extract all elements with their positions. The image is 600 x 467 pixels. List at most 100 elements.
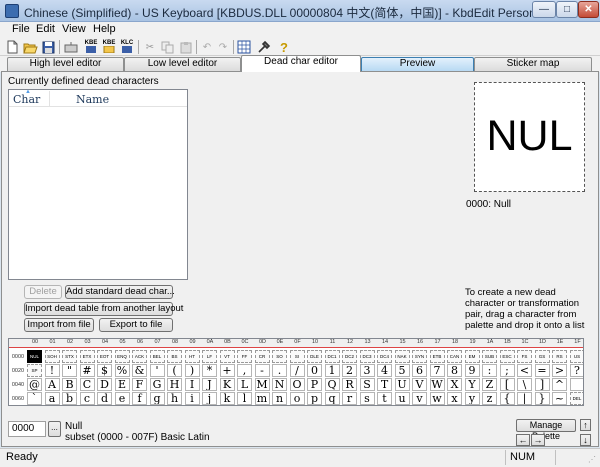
palette-cell[interactable]: GS — [534, 350, 550, 363]
palette-cell[interactable]: : — [482, 364, 497, 377]
palette-down-button[interactable]: ↓ — [580, 434, 591, 446]
palette-cell[interactable]: U — [394, 378, 410, 391]
copy-icon[interactable] — [160, 39, 176, 55]
menu-view[interactable]: View — [62, 23, 86, 35]
palette-cell[interactable]: S — [359, 378, 375, 391]
palette-cell[interactable]: SO — [272, 350, 287, 363]
palette-cell[interactable]: ! — [44, 364, 60, 377]
palette-up-button[interactable]: ↑ — [580, 419, 591, 431]
palette-cell[interactable]: EM — [464, 350, 480, 363]
undo-icon[interactable]: ↶ — [199, 39, 215, 55]
palette-cell[interactable]: { — [499, 392, 515, 405]
palette-cell[interactable]: ETB — [429, 350, 445, 363]
kbe-save-icon[interactable]: KBE — [83, 39, 99, 55]
palette-cell[interactable]: ( — [167, 364, 182, 377]
palette-cell[interactable]: / — [289, 364, 305, 377]
palette-cell[interactable]: X — [447, 378, 462, 391]
palette-cell[interactable]: 9 — [464, 364, 480, 377]
palette-cell[interactable]: DC4 — [377, 350, 392, 363]
character-map-icon[interactable] — [236, 39, 252, 55]
palette-cell[interactable]: > — [552, 364, 567, 377]
tab-sticker-map[interactable]: Sticker map — [474, 57, 592, 71]
palette-cell[interactable]: N — [272, 378, 287, 391]
palette-cell[interactable]: 0 — [307, 364, 322, 377]
palette-cell[interactable]: ^ — [552, 378, 567, 391]
palette-cell[interactable]: 2 — [342, 364, 357, 377]
palette-cell[interactable]: A — [44, 378, 60, 391]
palette-cell[interactable]: 3 — [359, 364, 375, 377]
palette-cell[interactable]: SUB — [482, 350, 497, 363]
palette-cell[interactable]: DC3 — [359, 350, 375, 363]
palette-cell[interactable]: ] — [534, 378, 550, 391]
palette-cell[interactable]: _ — [569, 378, 583, 391]
tab-preview[interactable]: Preview — [361, 57, 474, 71]
palette-cell[interactable]: 4 — [377, 364, 392, 377]
palette-cell[interactable]: l — [237, 392, 252, 405]
palette-cell[interactable]: E — [114, 378, 130, 391]
manage-palette-button[interactable]: Manage Palette — [516, 419, 576, 441]
palette-cell[interactable]: SP — [27, 364, 42, 377]
palette-cell[interactable]: v — [412, 392, 427, 405]
palette-cell[interactable]: SI — [289, 350, 305, 363]
palette-right-button[interactable]: → — [531, 434, 545, 446]
tab-high-level-editor[interactable]: High level editor — [7, 57, 124, 71]
palette-cell[interactable]: K — [219, 378, 235, 391]
resize-grip-icon[interactable]: ⋰ — [588, 455, 596, 464]
palette-cell[interactable]: - — [254, 364, 270, 377]
palette-cell[interactable]: W — [429, 378, 445, 391]
palette-cell[interactable]: Q — [324, 378, 340, 391]
delete-button[interactable]: Delete — [24, 285, 62, 299]
palette-cell[interactable]: c — [79, 392, 95, 405]
close-button[interactable]: ✕ — [578, 1, 599, 18]
palette-cell[interactable]: x — [447, 392, 462, 405]
palette-cell[interactable]: t — [377, 392, 392, 405]
palette-cell[interactable]: H — [167, 378, 182, 391]
palette-cell[interactable]: ENQ — [114, 350, 130, 363]
palette-cell[interactable]: " — [62, 364, 77, 377]
palette-cell[interactable]: ; — [499, 364, 515, 377]
palette-cell[interactable]: = — [534, 364, 550, 377]
palette-cell[interactable]: FS — [517, 350, 532, 363]
palette-cell[interactable]: h — [167, 392, 182, 405]
palette-cell[interactable]: u — [394, 392, 410, 405]
palette-cell[interactable]: C — [79, 378, 95, 391]
palette-cell[interactable]: FF — [237, 350, 252, 363]
palette-cell[interactable]: 6 — [412, 364, 427, 377]
palette-cell[interactable]: EOT — [97, 350, 112, 363]
palette-cell[interactable]: SOH — [44, 350, 60, 363]
palette-cell[interactable]: n — [272, 392, 287, 405]
palette-cell[interactable]: VT — [219, 350, 235, 363]
palette-cell[interactable]: s — [359, 392, 375, 405]
palette-left-button[interactable]: ← — [516, 434, 530, 446]
palette-cell[interactable]: * — [202, 364, 217, 377]
palette-cell[interactable]: F — [132, 378, 147, 391]
palette-cell[interactable]: ACK — [132, 350, 147, 363]
palette-cell[interactable]: @ — [27, 378, 42, 391]
cut-icon[interactable]: ✂ — [142, 39, 158, 55]
palette-cell[interactable]: r — [342, 392, 357, 405]
code-input[interactable]: 0000 — [8, 421, 46, 437]
palette-cell[interactable]: % — [114, 364, 130, 377]
palette-cell[interactable]: o — [289, 392, 305, 405]
palette-cell[interactable]: O — [289, 378, 305, 391]
column-header-char[interactable]: Char — [13, 93, 40, 106]
palette-cell[interactable]: . — [272, 364, 287, 377]
palette-cell[interactable]: d — [97, 392, 112, 405]
palette-cell[interactable]: ? — [569, 364, 583, 377]
kbe-open-icon[interactable]: KBE — [101, 39, 117, 55]
palette-cell[interactable]: w — [429, 392, 445, 405]
palette-cell[interactable]: p — [307, 392, 322, 405]
palette-cell[interactable]: f — [132, 392, 147, 405]
character-palette[interactable]: 00 01 02 03 04 05 06 07 08 09 0A 0B 0C 0D 0E 0F 10 11 12 13… — [8, 338, 584, 406]
menu-help[interactable]: Help — [93, 23, 116, 35]
dead-chars-list[interactable] — [8, 89, 188, 280]
palette-cell[interactable]: DC2 — [342, 350, 357, 363]
palette-cell[interactable]: + — [219, 364, 235, 377]
palette-cell[interactable]: ) — [184, 364, 200, 377]
import-from-file-button[interactable]: Import from file — [24, 318, 94, 332]
palette-cell[interactable]: LF — [202, 350, 217, 363]
palette-cell[interactable]: 8 — [447, 364, 462, 377]
keyboard-icon[interactable] — [63, 39, 79, 55]
palette-cell[interactable]: i — [184, 392, 200, 405]
menu-file[interactable]: File — [12, 23, 30, 35]
